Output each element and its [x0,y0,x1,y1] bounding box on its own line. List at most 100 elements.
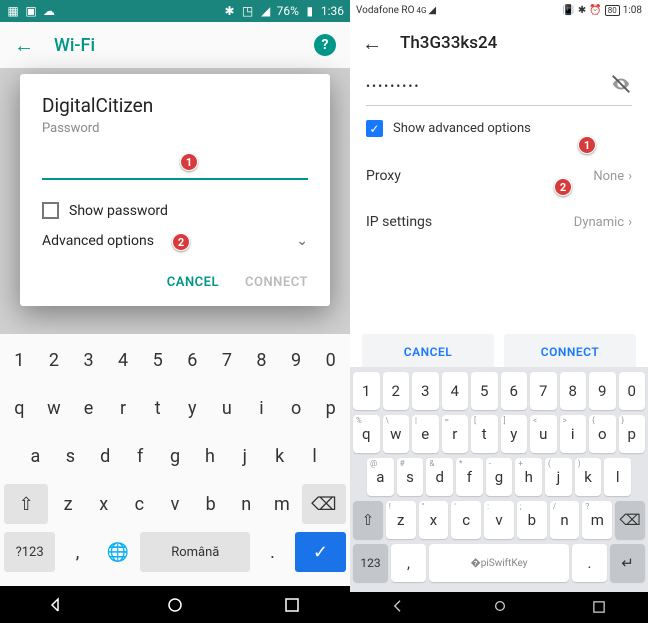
advanced-checkbox[interactable]: ✓ [366,120,383,137]
key-9[interactable]: 9 [589,372,616,410]
key-8[interactable]: 8 [560,372,587,410]
key-q[interactable]: q [4,388,35,428]
key-2[interactable]: 2 [383,372,410,410]
mode-key[interactable]: ?123 [4,532,55,572]
key-5[interactable]: 5 [471,372,498,410]
backspace-key[interactable]: ⌫ [302,484,346,524]
globe-key[interactable]: 🌐 [100,532,137,572]
key-w[interactable]: w [39,388,70,428]
key-i[interactable]: >i [560,415,587,453]
key-j[interactable]: (j [545,458,572,496]
keyboard[interactable]: 1234567890 %q\w|e=r[t]y<u>i{o}p @a#s&d*f… [350,367,648,592]
mode-key[interactable]: 123 [353,544,388,582]
key-f[interactable]: f [125,436,156,476]
key-d[interactable]: d [90,436,121,476]
key-k[interactable]: )k [575,458,602,496]
key-p[interactable]: p [315,388,346,428]
space-key[interactable]: �pi SwiftKey [429,544,569,582]
key-x[interactable]: "x [419,501,449,539]
shift-key[interactable]: ⇧ [4,484,48,524]
nav-recent[interactable] [282,595,302,615]
back-icon[interactable]: ← [14,33,34,58]
key-c[interactable]: c [124,484,156,524]
key-0[interactable]: 0 [315,340,346,380]
connect-button[interactable]: CONNECT [245,275,308,290]
nav-home[interactable] [165,595,185,615]
key-i[interactable]: i [246,388,277,428]
nav-back[interactable] [48,595,68,615]
key-7[interactable]: 7 [530,372,557,410]
show-password-row[interactable]: Show password [42,202,308,219]
back-icon[interactable]: ← [362,31,382,56]
key-4[interactable]: 4 [442,372,469,410]
proxy-row[interactable]: Proxy None› [366,153,632,199]
key-m[interactable]: m [266,484,298,524]
key-o[interactable]: {o [589,415,616,453]
key-b[interactable]: ;b [517,501,547,539]
enter-key[interactable]: ✓ [295,532,346,572]
key-5[interactable]: 5 [142,340,173,380]
comma-key[interactable]: , [391,544,426,582]
key-u[interactable]: u [212,388,243,428]
visibility-off-icon[interactable] [610,73,632,99]
key-8[interactable]: 8 [246,340,277,380]
key-f[interactable]: *f [456,458,483,496]
key-3[interactable]: 3 [73,340,104,380]
key-l[interactable]: l [299,436,330,476]
advanced-options-row[interactable]: Advanced options 2 ⌄ [42,233,308,249]
password-row[interactable]: ••••••••• [366,66,632,106]
key-p[interactable]: }p [619,415,646,453]
key-s[interactable]: #s [397,458,424,496]
comma-key[interactable]: , [59,532,96,572]
key-0[interactable]: 0 [619,372,646,410]
period-key[interactable]: . [254,532,291,572]
key-g[interactable]: g [160,436,191,476]
key-e[interactable]: |e [412,415,439,453]
key-s[interactable]: s [55,436,86,476]
key-v[interactable]: v [159,484,191,524]
key-a[interactable]: a [20,436,51,476]
show-advanced-row[interactable]: ✓ Show advanced options [366,120,632,137]
key-9[interactable]: 9 [281,340,312,380]
shift-key[interactable]: ⇧ [353,501,383,539]
keyboard[interactable]: 1234567890 qwertyuiop asdfghjkl ⇧zxcvbnm… [0,334,350,586]
password-input[interactable] [42,148,308,180]
key-n[interactable]: /n [550,501,580,539]
key-o[interactable]: o [281,388,312,428]
ip-settings-row[interactable]: IP settings Dynamic› [366,199,632,245]
key-g[interactable]: -g [486,458,513,496]
period-key[interactable]: . [572,544,607,582]
backspace-key[interactable]: ⌫ [615,501,645,539]
key-1[interactable]: 1 [353,372,380,410]
space-key[interactable]: Română [140,532,250,572]
key-a[interactable]: @a [367,458,394,496]
key-z[interactable]: z [52,484,84,524]
key-y[interactable]: ]y [501,415,528,453]
key-7[interactable]: 7 [212,340,243,380]
cancel-button[interactable]: CANCEL [167,275,219,290]
key-t[interactable]: t [142,388,173,428]
key-d[interactable]: &d [426,458,453,496]
key-4[interactable]: 4 [108,340,139,380]
key-r[interactable]: r [108,388,139,428]
key-b[interactable]: b [195,484,227,524]
key-t[interactable]: [t [471,415,498,453]
key-w[interactable]: \w [383,415,410,453]
key-n[interactable]: n [230,484,262,524]
password-input[interactable]: ••••••••• [366,79,610,93]
enter-key[interactable]: ↵ [610,544,645,582]
key-3[interactable]: 3 [412,372,439,410]
help-icon[interactable]: ? [314,34,336,56]
key-2[interactable]: 2 [39,340,70,380]
key-j[interactable]: j [229,436,260,476]
key-6[interactable]: 6 [501,372,528,410]
nav-recent[interactable] [593,598,605,617]
key-6[interactable]: 6 [177,340,208,380]
key-k[interactable]: k [264,436,295,476]
key-x[interactable]: x [88,484,120,524]
key-z[interactable]: !z [386,501,416,539]
key-r[interactable]: =r [442,415,469,453]
key-c[interactable]: 'c [451,501,481,539]
key-q[interactable]: %q [353,415,380,453]
key-e[interactable]: e [73,388,104,428]
